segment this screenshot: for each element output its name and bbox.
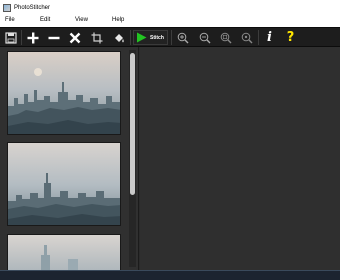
stitch-button[interactable]: Stitch (133, 30, 168, 45)
zoom-out-icon (199, 32, 210, 43)
crop-icon (91, 32, 103, 43)
menu-help[interactable]: Help (112, 17, 124, 23)
stitch-canvas (140, 47, 340, 270)
zoom-in-icon (177, 32, 188, 43)
thumbnail-2[interactable] (7, 142, 121, 226)
menu-bar: File Edit View Help (0, 15, 340, 27)
zoom-in-button[interactable] (174, 28, 191, 47)
toolbar: Stitch i ? (0, 27, 340, 47)
minus-icon (48, 36, 60, 39)
menu-file[interactable]: File (5, 17, 15, 23)
help-button[interactable]: ? (282, 28, 299, 47)
menu-edit[interactable]: Edit (40, 17, 50, 23)
app-icon (3, 3, 11, 12)
toolbar-separator (130, 30, 131, 45)
toolbar-separator (258, 30, 259, 45)
remove-image-button[interactable] (45, 28, 63, 47)
status-bar (0, 270, 340, 280)
thumbnail-3[interactable] (7, 234, 121, 274)
fill-bucket-icon (115, 33, 124, 42)
stitch-label: Stitch (150, 34, 164, 41)
play-icon (137, 32, 147, 43)
info-button[interactable]: i (261, 28, 278, 47)
scrollbar-thumb[interactable] (130, 53, 135, 195)
plus-icon (27, 32, 39, 43)
info-icon: i (267, 29, 272, 45)
zoom-out-button[interactable] (196, 28, 213, 47)
help-icon: ? (286, 29, 295, 45)
city-skyline-photo (8, 143, 120, 225)
title-bar: PhotoStitcher (0, 0, 340, 15)
zoom-actual-button[interactable] (238, 28, 255, 47)
zoom-fit-button[interactable] (217, 28, 234, 47)
window-title: PhotoStitcher (14, 4, 51, 11)
thumbnail-1[interactable] (7, 51, 121, 135)
city-skyline-photo (8, 52, 120, 134)
image-list-panel (0, 47, 139, 274)
thumbnail-scrollbar[interactable] (129, 50, 136, 267)
fill-button[interactable] (110, 28, 128, 47)
city-skyline-photo (8, 235, 120, 273)
toolbar-separator (171, 30, 172, 45)
save-icon (5, 31, 17, 44)
add-image-button[interactable] (24, 28, 42, 47)
save-button[interactable] (3, 28, 19, 47)
close-icon (69, 32, 81, 43)
zoom-actual-icon (241, 32, 252, 43)
toolbar-separator (21, 30, 22, 45)
menu-view[interactable]: View (75, 17, 88, 23)
zoom-fit-icon (220, 32, 231, 43)
crop-button[interactable] (88, 28, 106, 47)
clear-button[interactable] (66, 28, 84, 47)
